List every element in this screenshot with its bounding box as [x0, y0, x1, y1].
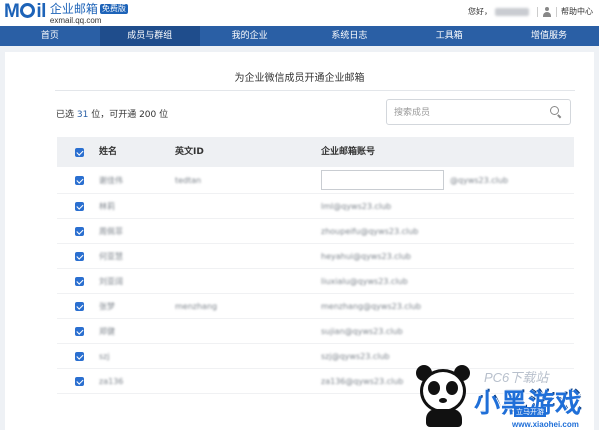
- table-header: 姓名 英文ID 企业邮箱账号: [57, 137, 574, 167]
- table-row[interactable]: 刘亚阔 liuxialu@qyws23.club: [57, 269, 574, 294]
- divider: [55, 90, 575, 91]
- table-row[interactable]: 郑健 sujian@qyws23.club: [57, 319, 574, 344]
- row-checkbox[interactable]: [75, 202, 84, 211]
- greeting: 您好，: [468, 7, 492, 16]
- table-row[interactable]: 何亚慧 heyahui@qyws23.club: [57, 244, 574, 269]
- table-row[interactable]: 张梦 menzhang menzhang@qyws23.club: [57, 294, 574, 319]
- row-checkbox[interactable]: [75, 277, 84, 286]
- member-name: za136: [99, 377, 124, 386]
- page-title: 为企业微信成员开通企业邮箱: [234, 73, 365, 84]
- table-row[interactable]: 谢佳伟 tedtan @qyws23.club: [57, 167, 574, 194]
- watermark-url: www.xiaohei.com: [512, 420, 579, 429]
- table-row[interactable]: 周佩菲 zhoupeifu@qyws23.club: [57, 219, 574, 244]
- watermark: PC6下载站 小黑游戏 立马开游 www.xiaohei.com: [408, 363, 599, 430]
- row-checkbox[interactable]: [75, 176, 84, 185]
- member-name: 张梦: [99, 302, 115, 311]
- email-account-input[interactable]: [321, 170, 444, 190]
- row-checkbox[interactable]: [75, 352, 84, 361]
- member-name: 何亚慧: [99, 252, 123, 261]
- member-name: 郑健: [99, 327, 115, 336]
- email-account: zhoupeifu@qyws23.club: [321, 227, 419, 236]
- table-row[interactable]: 林莉 lml@qyws23.club: [57, 194, 574, 219]
- email-account: lml@qyws23.club: [321, 202, 392, 211]
- column-header-english-id: 英文ID: [175, 147, 204, 157]
- row-checkbox[interactable]: [75, 302, 84, 311]
- email-domain: @qyws23.club: [450, 176, 509, 185]
- nav-item-my-company[interactable]: 我的企业: [200, 26, 300, 46]
- nav-item-toolbox[interactable]: 工具箱: [399, 26, 499, 46]
- user-area: 您好， 帮助中心: [468, 6, 593, 17]
- column-header-name: 姓名: [99, 147, 118, 157]
- member-name: 林莉: [99, 202, 115, 211]
- divider: [537, 6, 538, 17]
- column-header-email: 企业邮箱账号: [321, 147, 376, 157]
- email-account: szj@qyws23.club: [321, 352, 390, 361]
- search-input[interactable]: [394, 105, 544, 120]
- search-icon[interactable]: [550, 106, 562, 118]
- member-name: 刘亚阔: [99, 277, 123, 286]
- top-bar: Mil 企业邮箱 免费版 exmail.qq.com 您好， 帮助中心: [0, 0, 599, 26]
- nav-item-home[interactable]: 首页: [0, 26, 100, 46]
- divider: [556, 6, 557, 17]
- row-checkbox[interactable]: [75, 327, 84, 336]
- logo-domain: exmail.qq.com: [49, 16, 102, 25]
- member-english-id: menzhang: [175, 302, 218, 311]
- selected-count: 31: [76, 110, 89, 120]
- row-checkbox[interactable]: [75, 377, 84, 386]
- selection-summary: 已选 31 位，可开通 200 位: [56, 110, 169, 120]
- email-account: menzhang@qyws23.club: [321, 302, 422, 311]
- logo[interactable]: Mil 企业邮箱 免费版 exmail.qq.com: [4, 1, 128, 25]
- member-name: 谢佳伟: [99, 176, 123, 185]
- user-icon[interactable]: [542, 6, 552, 17]
- panda-mascot-icon: [412, 365, 472, 427]
- logo-title: 企业邮箱: [49, 2, 98, 16]
- row-checkbox[interactable]: [75, 227, 84, 236]
- email-account: liuxialu@qyws23.club: [321, 277, 408, 286]
- nav-item-system-log[interactable]: 系统日志: [299, 26, 399, 46]
- email-account: za136@qyws23.club: [321, 377, 404, 386]
- main-nav: 首页 成员与群组 我的企业 系统日志 工具箱 增值服务: [0, 26, 599, 46]
- member-name: 周佩菲: [99, 227, 123, 236]
- help-center-link[interactable]: 帮助中心: [561, 6, 593, 17]
- logo-mark: Mil: [4, 1, 46, 22]
- row-checkbox[interactable]: [75, 252, 84, 261]
- email-account: heyahui@qyws23.club: [321, 252, 412, 261]
- member-search[interactable]: [386, 99, 571, 125]
- nav-item-members-groups[interactable]: 成员与群组: [99, 26, 200, 46]
- select-all-checkbox[interactable]: [75, 148, 84, 157]
- member-table: 姓名 英文ID 企业邮箱账号 谢佳伟 tedtan @qyws23.club 林莉 lm…: [57, 137, 574, 394]
- username[interactable]: [495, 7, 529, 16]
- email-account: sujian@qyws23.club: [321, 327, 403, 336]
- nav-item-value-added[interactable]: 增值服务: [499, 26, 599, 46]
- edition-badge: 免费版: [99, 4, 128, 14]
- limit-count: 200: [139, 110, 157, 120]
- member-name: szj: [99, 352, 110, 361]
- member-english-id: tedtan: [175, 176, 202, 185]
- watermark-tagline: 立马开游: [514, 407, 546, 417]
